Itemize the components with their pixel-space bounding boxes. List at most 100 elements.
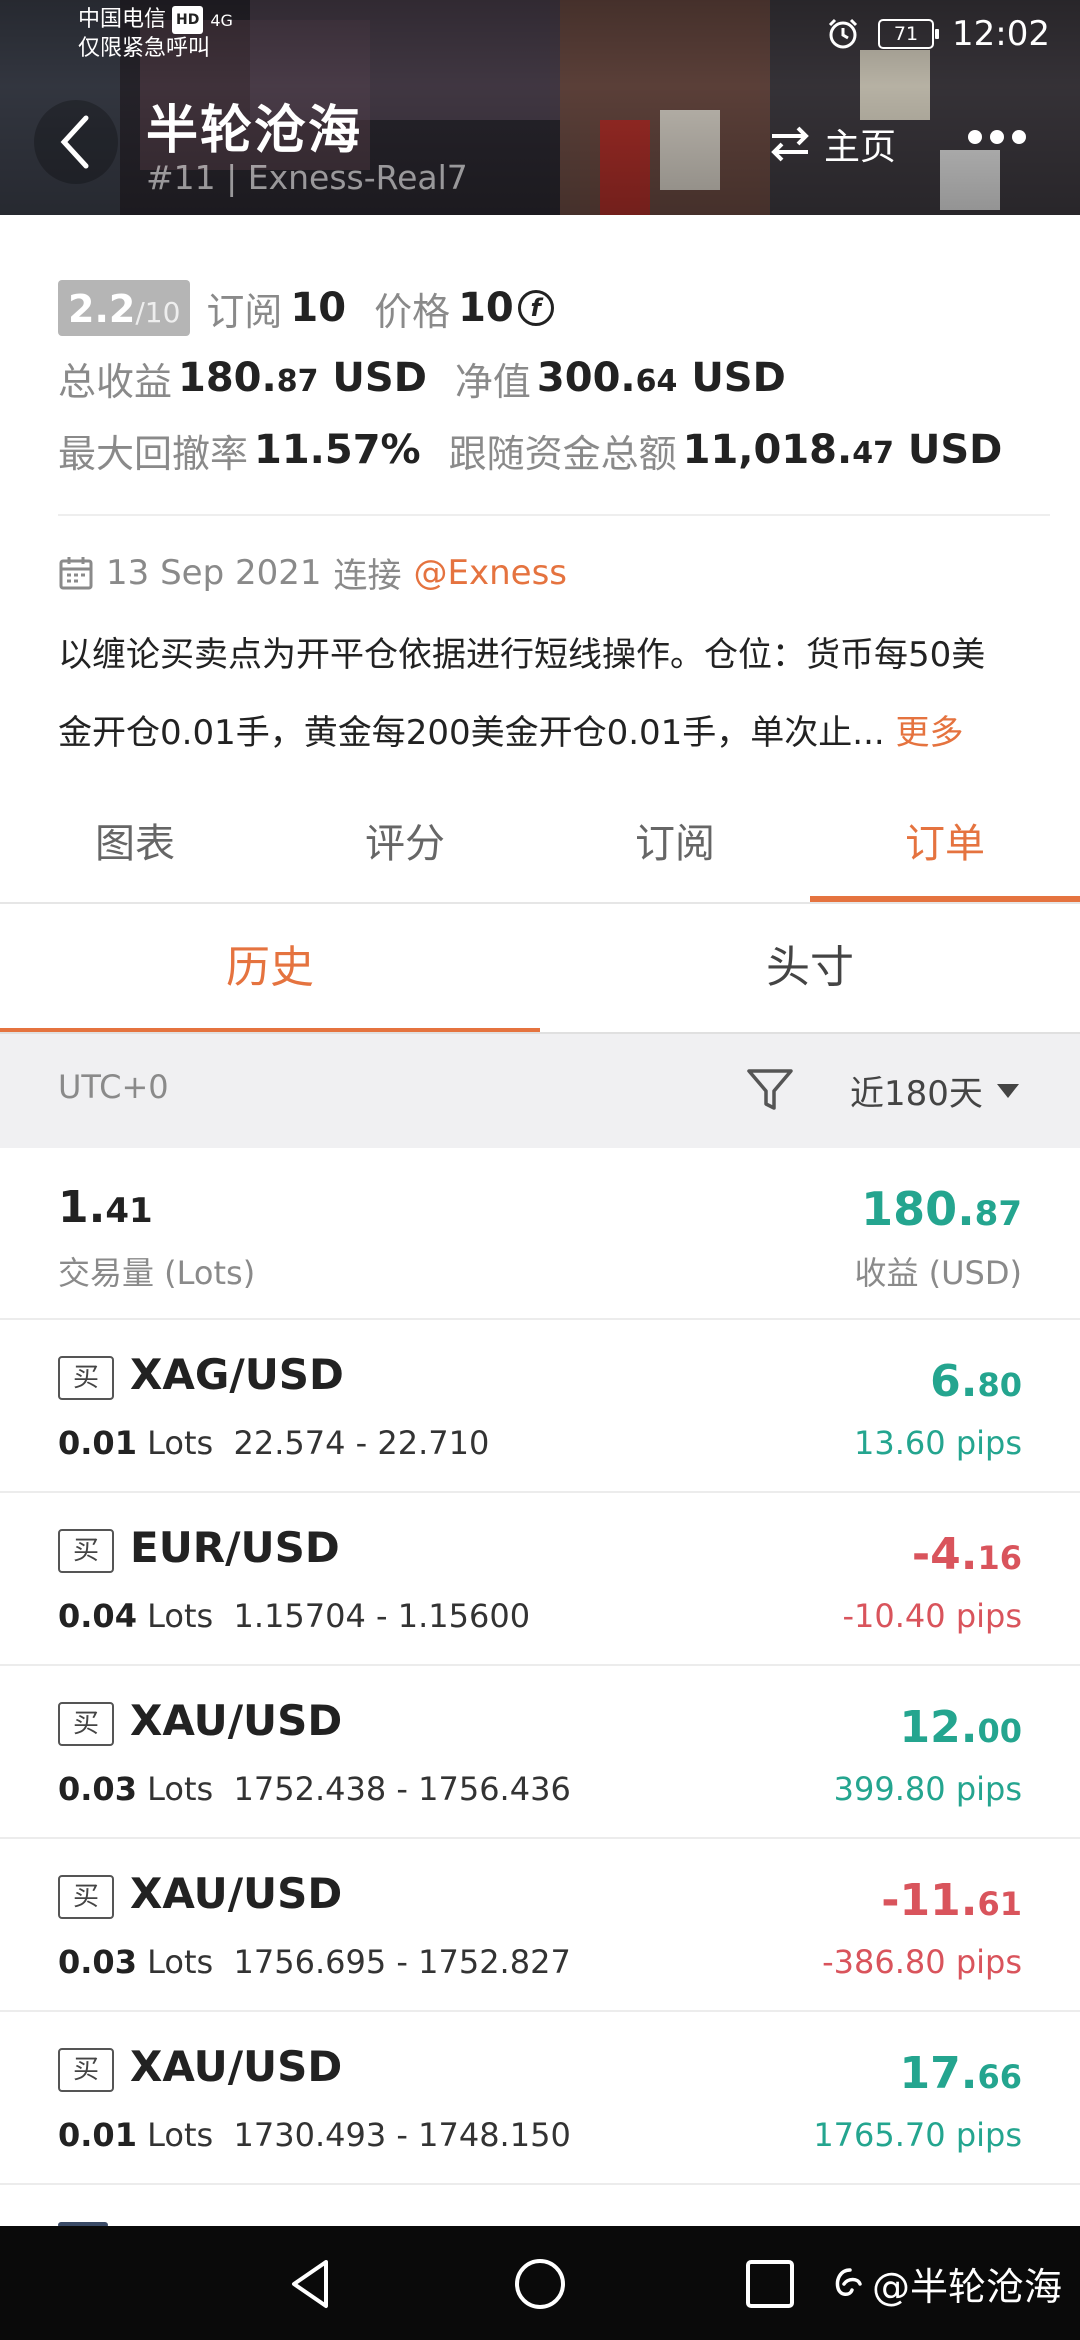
order-lots: 0.04 Lots 1.15704 - 1.15600 [58,1597,531,1635]
volume-label: 交易量 (Lots) [58,1254,256,1292]
watermark: @半轮沧海 [830,2256,1062,2311]
rating-badge: 2.2/10 [58,280,191,336]
watermark-text: @半轮沧海 [871,2265,1062,2309]
profit-label: 收益 (USD) [854,1254,1022,1292]
follow-funds-value: 11,018.47 USD [682,427,1003,473]
list-item[interactable]: 买 XAU/USD 0.03 Lots 1752.438 - 1756.436 … [0,1666,1080,1839]
total-profit-label: 总收益 [58,359,173,404]
nav-back-icon[interactable] [282,2256,338,2312]
main-tabs: 图表 评分 订阅 订单 [0,800,1080,904]
subscribe-value: 10 [290,285,347,331]
order-pips: -10.40 pips [842,1597,1022,1635]
order-profit: 17.66 [899,2048,1022,2099]
list-item[interactable]: 买 XAG/USD 0.01 Lots 22.574 - 22.710 6.80… [0,1320,1080,1493]
volume-value: 1.41 [58,1182,153,1233]
subscribe-label: 订阅 [206,289,283,334]
more-link[interactable]: 更多 [896,713,964,753]
order-symbol: XAU/USD [130,2042,343,2091]
strategy-description: 以缠论买卖点为开平仓依据进行短线操作。仓位：货币每50美 金开仓0.01手，黄金… [58,616,1048,772]
more-menu-button[interactable] [968,130,1026,144]
description-line: 以缠论买卖点为开平仓依据进行短线操作。仓位：货币每50美 [58,635,986,675]
order-lots: 0.01 Lots 22.574 - 22.710 [58,1424,490,1462]
order-symbol: XAU/USD [130,1869,343,1918]
profile-header: 中国电信 HD 4G 仅限紧急呼叫 71 12:02 半轮沧海 #11 | Exn… [0,0,1080,215]
order-symbol: XAU/USD [130,1696,343,1745]
order-lots: 0.01 Lots 1730.493 - 1748.150 [58,2116,571,2154]
connection-date: 13 Sep 2021 [106,552,322,593]
order-pips: 13.60 pips [854,1424,1022,1462]
coin-icon: f [517,290,554,326]
order-profit: 12.00 [899,1702,1022,1753]
equity-label: 净值 [454,359,531,404]
price-label: 价格 [374,289,451,334]
signal-label: 4G [210,11,233,30]
nav-recents-icon[interactable] [742,2256,798,2312]
nav-home-icon[interactable] [512,2256,568,2312]
drawdown-label: 最大回撤率 [58,431,249,476]
drawdown-value: 11.57% [254,427,421,473]
order-subtabs: 历史 头寸 [0,904,1080,1034]
order-list: 买 XAG/USD 0.01 Lots 22.574 - 22.710 6.80… [0,1320,1080,2185]
follow-funds-label: 跟随资金总额 [448,431,677,476]
list-item[interactable]: 买 XAU/USD 0.01 Lots 1730.493 - 1748.150 … [0,2012,1080,2185]
range-label: 近180天 [850,1074,983,1114]
dot-icon [1012,130,1026,144]
order-profit: -4.16 [911,1529,1022,1580]
account-subtitle: #11 | Exness-Real7 [146,158,468,197]
alarm-icon [828,18,858,49]
subtab-history[interactable]: 历史 [0,904,540,1034]
page-title: 半轮沧海 [146,101,363,161]
buy-badge: 买 [58,1529,114,1573]
back-button[interactable] [34,100,118,184]
buy-badge: 买 [58,2048,114,2092]
account-stats: 2.2/10 订阅 10 价格 10 f 总收益 180.87 USD 净值 3… [58,280,1048,486]
filter-bar: UTC+0 近180天 [0,1032,1080,1148]
subtab-positions[interactable]: 头寸 [540,904,1080,1030]
divider [58,514,1050,516]
filter-icon[interactable] [744,1064,796,1116]
tab-orders[interactable]: 订单 [810,800,1080,904]
calendar-icon [59,556,93,589]
emergency-label: 仅限紧急呼叫 [78,36,211,61]
buy-badge: 买 [58,1356,114,1400]
order-profit: -11.61 [881,1875,1022,1926]
order-lots: 0.03 Lots 1756.695 - 1752.827 [58,1943,571,1981]
order-pips: 1765.70 pips [813,2116,1022,2154]
clock: 12:02 [952,14,1050,54]
tab-subscribe[interactable]: 订阅 [540,800,810,904]
total-profit-value: 180.87 USD [178,355,427,401]
description-line: 金开仓0.01手，黄金每200美金开仓0.01手，单次止... [58,713,885,753]
battery-icon: 71 [878,19,940,49]
order-symbol: EUR/USD [130,1523,340,1572]
equity-value: 300.64 USD [536,355,786,401]
status-bar-left: 中国电信 HD 4G 仅限紧急呼叫 [78,6,233,63]
order-symbol: XAG/USD [130,1350,344,1399]
buy-badge: 买 [58,1702,114,1746]
home-button[interactable]: 主页 [770,118,896,170]
weibo-icon [835,2267,862,2296]
range-dropdown[interactable]: 近180天 [850,1066,1019,1115]
dot-icon [968,130,982,144]
order-pips: -386.80 pips [822,1943,1022,1981]
tab-rating[interactable]: 评分 [270,800,540,904]
tab-chart[interactable]: 图表 [0,800,270,904]
broker-link[interactable]: @Exness [414,553,568,593]
list-item[interactable]: 买 EUR/USD 0.04 Lots 1.15704 - 1.15600 -4… [0,1493,1080,1666]
caret-down-icon [996,1083,1019,1098]
list-item[interactable]: 买 XAU/USD 0.03 Lots 1756.695 - 1752.827 … [0,1839,1080,2012]
order-pips: 399.80 pips [833,1770,1022,1808]
profit-value: 180.87 [861,1182,1022,1236]
connection-label: 连接 [333,556,402,596]
status-bar-right: 71 12:02 [826,14,1050,54]
timezone-label: UTC+0 [58,1068,169,1106]
hd-badge: HD [172,6,204,34]
order-lots: 0.03 Lots 1752.438 - 1756.436 [58,1770,571,1808]
order-profit: 6.80 [930,1356,1022,1407]
carrier-label: 中国电信 [78,7,167,32]
history-summary: 1.41 交易量 (Lots) 180.87 收益 (USD) [0,1148,1080,1320]
buy-badge: 买 [58,1875,114,1919]
chevron-left-icon [60,115,89,169]
dot-icon [990,130,1004,144]
home-label: 主页 [824,127,897,168]
price-value: 10 [458,285,514,331]
